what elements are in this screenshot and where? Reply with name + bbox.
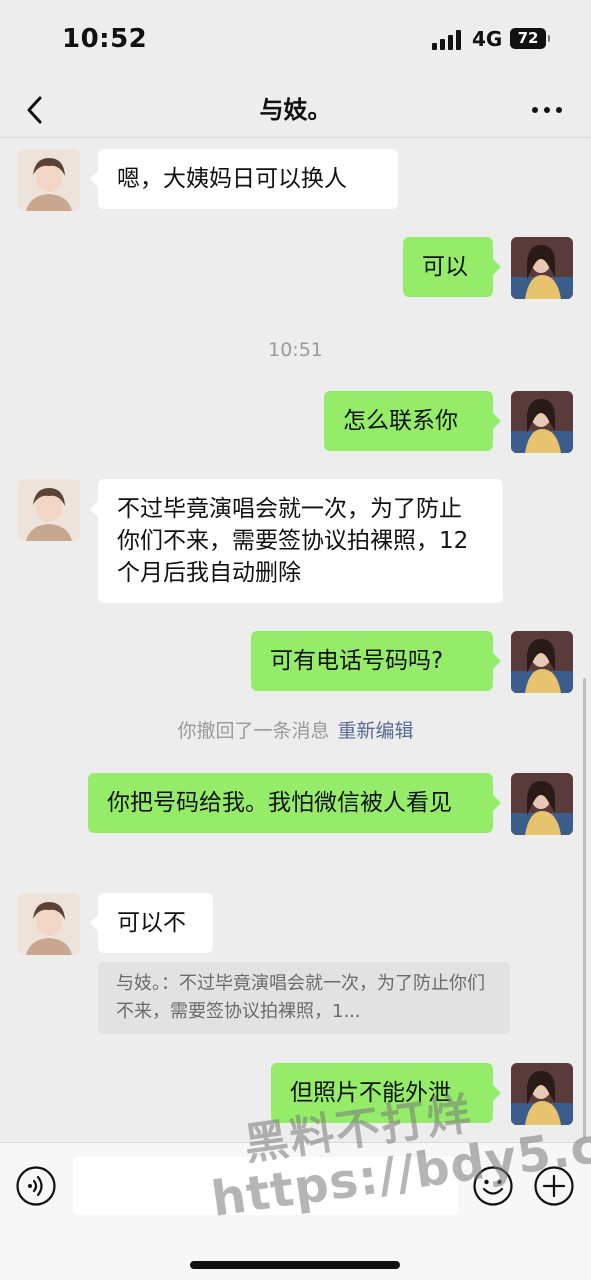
status-bar: 10:52 4G 72 [0,0,591,80]
message-bubble-outgoing[interactable]: 你把号码给我。我怕微信被人看见 [88,773,501,833]
input-bar [0,1142,591,1280]
emoji-icon[interactable] [472,1165,514,1207]
user-avatar[interactable] [511,773,573,835]
chat-area[interactable]: 嗯，大姨妈日可以换人 可以 10:51 怎么联系你 不过毕竟演唱会就一次，为了防… [0,139,591,1142]
quoted-message[interactable]: 与妓。：不过毕竟演唱会就一次，为了防止你们不来，需要签协议拍裸照，1... [98,962,510,1034]
voice-icon[interactable] [15,1165,57,1207]
message-bubble-outgoing[interactable]: 但照片不能外泄 [271,1063,501,1123]
plus-icon[interactable] [533,1165,575,1207]
reedit-link[interactable]: 重新编辑 [338,720,414,742]
user-avatar[interactable] [511,1063,573,1125]
network-label: 4G [472,27,503,51]
chat-title: 与妓。 [259,96,332,124]
user-avatar[interactable] [511,237,573,299]
message-bubble-incoming[interactable]: 可以不 [90,893,213,953]
more-dots-icon[interactable] [527,90,567,130]
recall-text: 你撤回了一条消息 [177,720,330,742]
nav-bar: 与妓。 [0,80,591,138]
contact-avatar[interactable] [18,149,80,211]
signal-icon [432,30,464,50]
message-input[interactable] [73,1157,458,1215]
user-avatar[interactable] [511,631,573,693]
chat-scrollbar[interactable] [583,678,586,1138]
recall-notice: 你撤回了一条消息 重新编辑 [0,716,591,743]
contact-avatar[interactable] [18,893,80,955]
message-bubble-outgoing[interactable]: 怎么联系你 [324,391,501,451]
contact-avatar[interactable] [18,479,80,541]
message-bubble-outgoing[interactable]: 可有电话号码吗? [251,631,501,691]
battery-icon: 72 [510,28,550,49]
home-indicator [190,1261,400,1269]
message-bubble-incoming[interactable]: 嗯，大姨妈日可以换人 [90,149,398,209]
status-time: 10:52 [62,24,148,54]
message-bubble-outgoing[interactable]: 可以 [403,237,501,297]
message-bubble-incoming[interactable]: 不过毕竟演唱会就一次，为了防止你们不来，需要签协议拍裸照，12个月后我自动删除 [90,479,503,603]
user-avatar[interactable] [511,391,573,453]
timestamp: 10:51 [268,339,323,361]
